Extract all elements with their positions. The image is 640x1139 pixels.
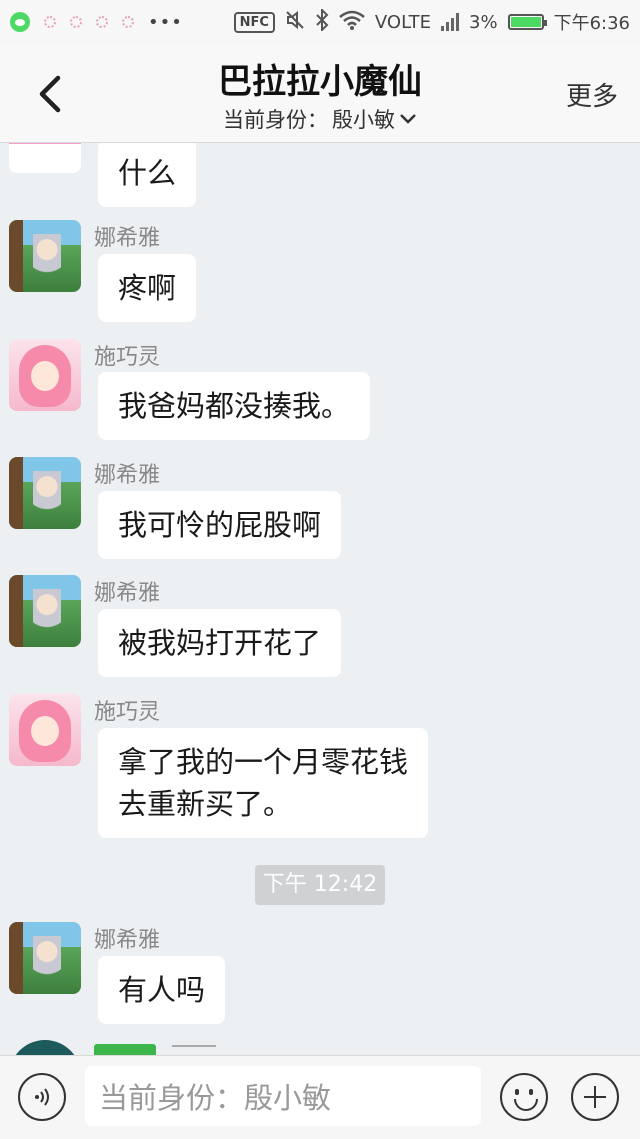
- notification-icon: [44, 16, 56, 28]
- network-label: VOLTE: [374, 11, 432, 33]
- bluetooth-icon: [315, 7, 329, 36]
- message-bubble[interactable]: 什么: [98, 143, 197, 207]
- identity-name: 殷小敏: [332, 108, 395, 132]
- message-bubble[interactable]: 被我妈打开花了: [98, 609, 342, 677]
- emoji-button[interactable]: [500, 1073, 548, 1121]
- mute-icon: [285, 10, 305, 35]
- message-bubble[interactable]: 拿了我的一个月零花钱 去重新买了。: [98, 728, 429, 838]
- more-button[interactable]: 更多: [566, 76, 618, 113]
- message-bubble[interactable]: 我爸妈都没揍我。: [98, 372, 371, 440]
- chat-header: 巴拉拉小魔仙 当前身份： 殷小敏 更多: [0, 44, 640, 143]
- sender-name: [172, 1045, 216, 1055]
- avatar[interactable]: [9, 1040, 81, 1055]
- avatar[interactable]: [9, 922, 81, 994]
- avatar[interactable]: [9, 457, 81, 529]
- message-bubble[interactable]: 疼啊: [98, 254, 197, 322]
- admin-badge: [94, 1044, 156, 1055]
- battery-icon: [507, 14, 547, 30]
- wechat-notification-icon: [10, 12, 30, 32]
- chevron-down-icon: [400, 114, 416, 124]
- wifi-icon: [339, 10, 365, 35]
- avatar[interactable]: [9, 143, 81, 173]
- page-title: 巴拉拉小魔仙: [218, 62, 422, 102]
- message-input[interactable]: 当前身份：殷小敏: [85, 1066, 481, 1126]
- battery-percent: 3%: [469, 11, 498, 33]
- notification-icon: [122, 16, 134, 28]
- message-bubble[interactable]: 有人吗: [98, 956, 226, 1024]
- message-input-placeholder: 当前身份：殷小敏: [99, 1081, 332, 1115]
- more-actions-button[interactable]: [571, 1073, 619, 1121]
- input-bar: 当前身份：殷小敏: [0, 1055, 640, 1139]
- message-bubble[interactable]: 我可怜的屁股啊: [98, 491, 342, 559]
- chat-area[interactable]: 什么 娜希雅 疼啊 施巧灵 我爸妈都没揍我。 娜希雅 我可怜的屁股啊 娜希雅 被…: [0, 143, 640, 1055]
- sender-name: 娜希雅: [94, 226, 161, 251]
- status-bar: ••• NFC VOLTE 3% 下午6:36: [0, 0, 640, 44]
- notification-icon: [96, 16, 108, 28]
- sender-name: 娜希雅: [94, 928, 161, 953]
- nfc-icon: NFC: [233, 11, 275, 33]
- sender-name: 娜希雅: [94, 581, 161, 606]
- clock: 下午6:36: [553, 13, 630, 34]
- avatar[interactable]: [9, 694, 81, 766]
- identity-selector[interactable]: 当前身份： 殷小敏: [0, 104, 640, 134]
- avatar[interactable]: [9, 220, 81, 292]
- avatar[interactable]: [9, 339, 81, 411]
- signal-icon: [441, 13, 460, 31]
- avatar[interactable]: [9, 575, 81, 647]
- notification-icon: [70, 16, 82, 28]
- timestamp: 下午 12:42: [255, 865, 385, 905]
- identity-label: 当前身份：: [223, 108, 328, 132]
- voice-button[interactable]: [18, 1073, 66, 1121]
- sender-name: 娜希雅: [94, 463, 161, 488]
- sender-name: 施巧灵: [94, 345, 161, 370]
- voice-icon: [35, 1088, 49, 1106]
- sender-name: 施巧灵: [94, 700, 161, 725]
- more-notifications-icon: •••: [148, 11, 183, 33]
